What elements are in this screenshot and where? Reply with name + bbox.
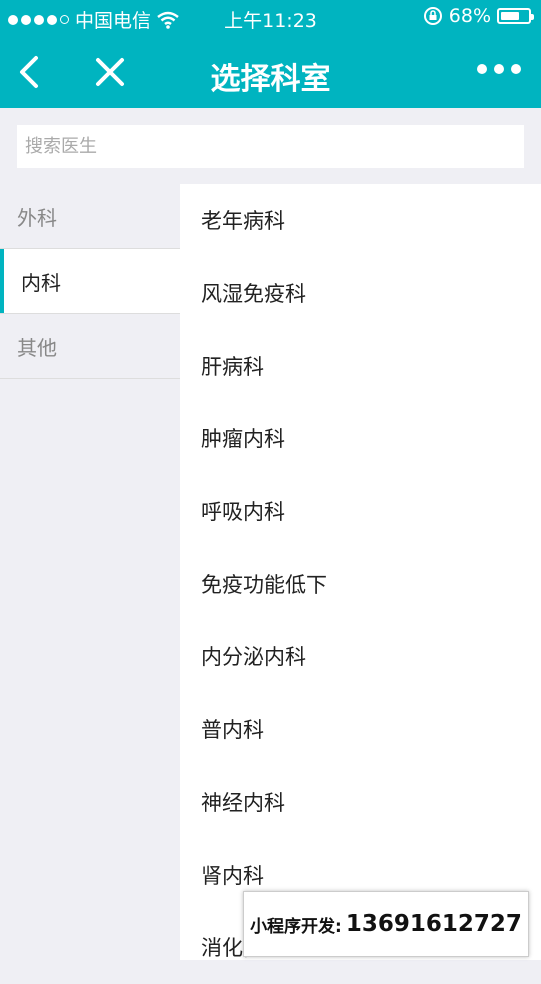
- department-item[interactable]: 肿瘤内科: [180, 402, 541, 475]
- sidebar-item-label: 其他: [17, 335, 57, 360]
- department-item[interactable]: 肝病科: [180, 329, 541, 402]
- department-label: 风湿免疫科: [201, 282, 306, 307]
- department-label: 老年病科: [201, 209, 285, 234]
- department-item[interactable]: 神经内科: [180, 766, 541, 839]
- sidebar-item-label: 外科: [17, 205, 57, 230]
- battery-icon: [497, 8, 534, 24]
- battery-fill: [501, 12, 519, 20]
- department-label: 内分泌内科: [201, 645, 306, 670]
- nav-bar: 选择科室: [0, 36, 541, 108]
- status-right: 68%: [423, 5, 534, 27]
- more-dot: [477, 64, 487, 74]
- more-dot: [511, 64, 521, 74]
- department-list: 老年病科风湿免疫科肝病科肿瘤内科呼吸内科免疫功能低下 内分泌内科普内科神经内科肾内…: [180, 184, 541, 960]
- sidebar-item[interactable]: 外科: [0, 184, 180, 249]
- promo-label: 小程序开发:: [250, 916, 342, 937]
- department-item[interactable]: 普内科: [180, 693, 541, 766]
- sidebar-item-label: 内科: [21, 270, 61, 295]
- battery-percent: 68%: [448, 5, 491, 27]
- search-input[interactable]: [17, 125, 524, 168]
- page-title: 选择科室: [210, 62, 331, 97]
- search-bar: [0, 108, 541, 184]
- status-bar: 中国电信 上午11:23 68%: [0, 0, 541, 36]
- battery-tip: [531, 14, 534, 20]
- department-label: 普内科: [201, 718, 264, 743]
- department-label: 神经内科: [201, 790, 285, 815]
- department-item[interactable]: 呼吸内科: [180, 475, 541, 548]
- department-label: 肿瘤内科: [201, 427, 285, 452]
- promo-banner[interactable]: 小程序开发: 13691612727: [243, 891, 529, 957]
- department-item[interactable]: 风湿免疫科: [180, 257, 541, 330]
- department-label: 肾内科: [201, 863, 264, 888]
- promo-phone: 13691612727: [345, 911, 522, 937]
- category-sidebar: 外科内科其他: [0, 184, 180, 960]
- department-label: 免疫功能低下: [201, 572, 327, 597]
- department-label: 肝病科: [201, 354, 264, 379]
- department-item[interactable]: 老年病科: [180, 184, 541, 257]
- rotation-lock-icon: [423, 7, 442, 25]
- sidebar-item[interactable]: 内科: [0, 249, 180, 314]
- sidebar-item[interactable]: 其他: [0, 314, 180, 379]
- department-label: 呼吸内科: [201, 500, 285, 525]
- department-item[interactable]: 内分泌内科: [180, 620, 541, 693]
- more-dot: [494, 64, 504, 74]
- more-icon[interactable]: [477, 64, 521, 74]
- department-item[interactable]: 免疫功能低下: [180, 547, 541, 620]
